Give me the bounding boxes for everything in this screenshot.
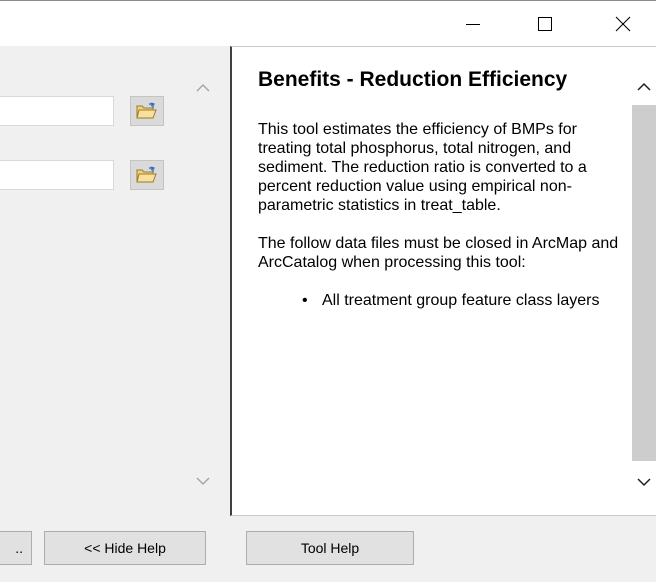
chevron-up-icon [637, 82, 651, 91]
maximize-button[interactable] [522, 2, 568, 46]
close-button[interactable] [600, 2, 646, 46]
chevron-down-icon [637, 477, 651, 486]
help-description: This tool estimates the efficiency of BM… [258, 121, 587, 214]
button-bar: .. << Hide Help Tool Help [0, 516, 656, 582]
help-scroll-down-button[interactable] [634, 475, 654, 489]
title-bar [0, 0, 656, 46]
input-path-field-1[interactable] [0, 96, 114, 126]
help-panel: Benefits - Reduction Efficiency This too… [230, 46, 656, 516]
environments-button[interactable]: .. [0, 531, 32, 565]
folder-open-icon [136, 102, 157, 119]
help-content: Benefits - Reduction Efficiency This too… [258, 67, 626, 310]
browse-button-2[interactable] [130, 160, 164, 190]
parameters-scrollbar[interactable] [186, 46, 220, 516]
minimize-button[interactable] [450, 2, 496, 46]
list-item: All treatment group feature class layers [300, 291, 626, 310]
help-scroll-up-button[interactable] [634, 79, 654, 93]
help-title: Benefits - Reduction Efficiency [258, 68, 568, 91]
tool-help-button[interactable]: Tool Help [246, 531, 414, 565]
help-note: The follow data files must be closed in … [258, 235, 619, 271]
maximize-icon [538, 17, 552, 31]
scroll-up-button[interactable] [193, 80, 213, 94]
scroll-down-button[interactable] [193, 474, 213, 488]
input-path-field-2[interactable] [0, 160, 114, 190]
chevron-down-icon [196, 477, 210, 485]
folder-open-icon [136, 166, 157, 183]
help-scroll-thumb[interactable] [632, 105, 656, 461]
chevron-up-icon [196, 83, 210, 91]
close-icon [615, 16, 631, 32]
minimize-icon [466, 24, 480, 25]
help-list: All treatment group feature class layers [300, 291, 626, 310]
browse-button-1[interactable] [130, 96, 164, 126]
hide-help-button[interactable]: << Hide Help [44, 531, 206, 565]
tool-parameters-pane [0, 46, 224, 516]
help-scrollbar[interactable] [630, 47, 656, 515]
